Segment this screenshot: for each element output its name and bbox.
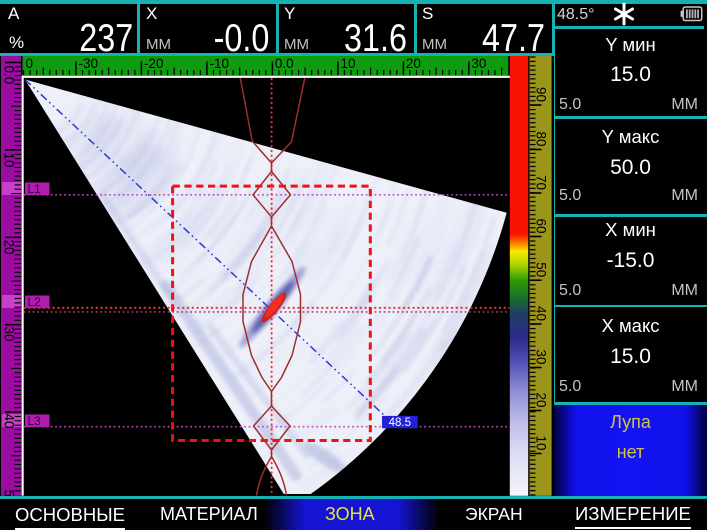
svg-text:10: 10 [534, 436, 549, 451]
svg-text:20: 20 [534, 393, 549, 408]
svg-text:L2: L2 [28, 295, 42, 309]
svg-text:48.5: 48.5 [389, 417, 411, 429]
svg-text:80: 80 [534, 132, 549, 147]
svg-text:20: 20 [2, 240, 17, 255]
svg-text:0: 0 [26, 56, 34, 71]
svg-text:-20: -20 [144, 56, 164, 71]
svg-text:30: 30 [2, 327, 17, 342]
svg-text:-10: -10 [210, 56, 230, 71]
svg-text:60: 60 [534, 219, 549, 234]
svg-text:40: 40 [2, 414, 17, 429]
svg-text:70: 70 [534, 175, 549, 190]
svg-text:0.0: 0.0 [2, 66, 17, 85]
svg-text:50: 50 [534, 262, 549, 277]
svg-text:20: 20 [406, 56, 421, 71]
svg-text:10: 10 [341, 56, 356, 71]
svg-text:40: 40 [534, 306, 549, 321]
svg-text:30: 30 [534, 350, 549, 365]
svg-text:L3: L3 [28, 414, 42, 428]
svg-text:30: 30 [471, 56, 486, 71]
svg-text:90: 90 [534, 87, 549, 102]
svg-text:10: 10 [2, 153, 17, 168]
svg-text:0.0: 0.0 [275, 56, 294, 71]
svg-text:L1: L1 [28, 182, 42, 196]
svg-text:-30: -30 [79, 56, 99, 71]
